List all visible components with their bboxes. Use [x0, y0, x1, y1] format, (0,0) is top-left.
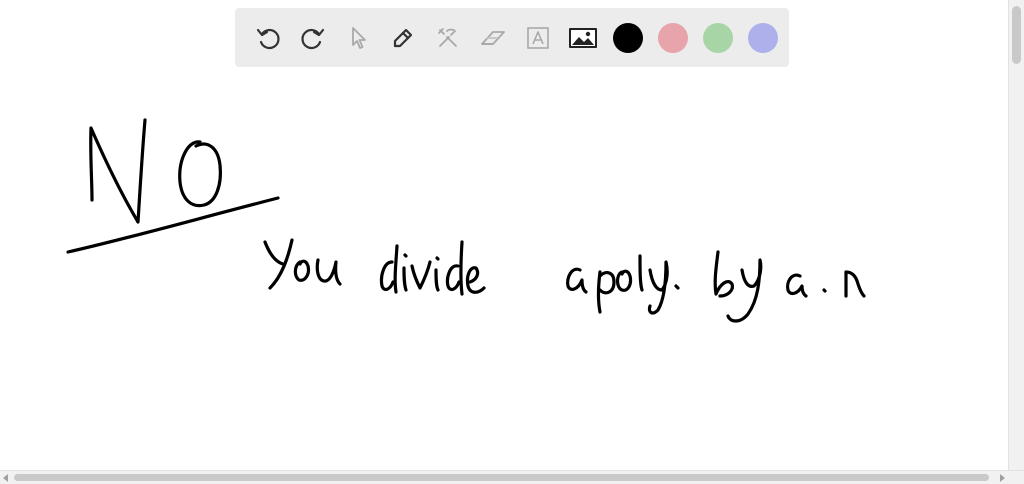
color-black-button[interactable] [605, 15, 650, 60]
pen-tool-button[interactable] [380, 15, 425, 60]
select-pointer-icon [351, 26, 366, 49]
select-tool-button[interactable] [335, 15, 380, 60]
handwriting-strokes [66, 118, 866, 323]
stroke-word-a2 [786, 273, 808, 298]
stroke-letter-O [178, 140, 222, 208]
stroke-word-by [713, 250, 763, 323]
eraser-tool-button[interactable] [470, 15, 515, 60]
drawing-toolbar [235, 8, 789, 67]
tools-icon [437, 27, 457, 47]
horizontal-scrollbar[interactable] [0, 470, 1024, 484]
image-icon [568, 27, 597, 48]
redo-button[interactable] [290, 15, 335, 60]
scroll-right-arrow-icon[interactable] [1000, 474, 1005, 482]
color-swatch-black [612, 22, 643, 53]
stroke-underline [66, 196, 280, 254]
horizontal-scrollbar-thumb[interactable] [14, 474, 989, 481]
stroke-word-poly [596, 254, 680, 315]
whiteboard-app: NO You divide a poly. by a. n [0, 0, 1024, 484]
vertical-scrollbar-thumb[interactable] [1012, 6, 1021, 64]
color-lavender-button[interactable] [740, 15, 785, 60]
stroke-word-n [844, 270, 866, 298]
stroke-word-divide [379, 240, 486, 296]
scroll-left-arrow-icon[interactable] [3, 474, 8, 482]
color-swatch-lavender [747, 22, 778, 53]
redo-icon [300, 28, 324, 49]
stroke-letter-N [89, 118, 147, 224]
vertical-scrollbar[interactable] [1008, 0, 1024, 470]
stroke-dot [822, 288, 827, 293]
undo-icon [256, 28, 280, 49]
pen-icon [393, 28, 412, 47]
color-green-button[interactable] [695, 15, 740, 60]
insert-image-button[interactable] [560, 15, 605, 60]
color-pink-button[interactable] [650, 15, 695, 60]
eraser-icon [480, 30, 505, 45]
undo-button[interactable] [245, 15, 290, 60]
drawing-canvas[interactable]: NO You divide a poly. by a. n [0, 0, 1008, 470]
text-box-icon [526, 26, 549, 49]
color-swatch-pink [657, 22, 688, 53]
stroke-word-a [566, 267, 588, 294]
stroke-word-You [263, 238, 342, 290]
tools-button[interactable] [425, 15, 470, 60]
text-tool-button[interactable] [515, 15, 560, 60]
color-swatch-green [702, 22, 733, 53]
